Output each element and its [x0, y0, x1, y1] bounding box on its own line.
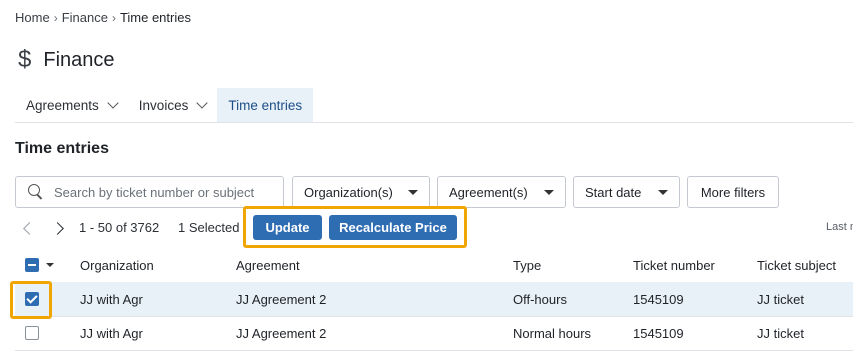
caret-down-icon — [658, 189, 668, 195]
chevron-down-icon — [196, 97, 208, 109]
chevron-down-icon — [107, 97, 119, 109]
cell-ticket-number: 1545109 — [633, 326, 684, 341]
recalculate-price-button[interactable]: Recalculate Price — [329, 215, 457, 240]
column-header-agreement[interactable]: Agreement — [236, 258, 300, 273]
dropdown-label: Agreement(s) — [449, 184, 528, 200]
search-input[interactable] — [52, 183, 276, 201]
breadcrumb-separator-icon: › — [53, 10, 58, 25]
cell-type: Off-hours — [513, 292, 567, 307]
cell-ticket-number: 1545109 — [633, 292, 684, 307]
dollar-icon: $ — [18, 46, 32, 73]
row-checkbox[interactable] — [25, 326, 39, 340]
tab-label: Invoices — [138, 97, 189, 113]
tab-label: Time entries — [228, 97, 303, 113]
caret-down-icon — [408, 189, 418, 195]
select-menu-caret-icon[interactable] — [46, 263, 54, 267]
cell-organization: JJ with Agr — [80, 326, 143, 341]
tabs-divider — [15, 122, 853, 123]
cell-ticket-subject: JJ ticket — [757, 292, 804, 307]
tab-label: Agreements — [26, 97, 99, 113]
column-header-ticket-number[interactable]: Ticket number — [633, 258, 715, 273]
cell-ticket-subject: JJ ticket — [757, 326, 804, 341]
dropdown-label: Start date — [585, 184, 642, 200]
chevron-right-icon — [50, 221, 64, 235]
breadcrumb-current: Time entries — [119, 10, 191, 25]
tab-time-entries[interactable]: Time entries — [217, 88, 314, 122]
caret-down-icon — [544, 189, 554, 195]
breadcrumb-separator-icon: › — [111, 10, 116, 25]
table-row[interactable]: JJ with Agr JJ Agreement 2 Off-hours 154… — [15, 282, 853, 317]
column-header-type[interactable]: Type — [513, 258, 541, 273]
pagination-range: 1 - 50 of 3762 — [79, 220, 160, 235]
search-field[interactable] — [15, 176, 284, 208]
last-modified-label: Last m — [826, 221, 853, 233]
select-all-checkbox[interactable] — [25, 258, 39, 272]
dropdown-label: Organization(s) — [304, 184, 393, 200]
breadcrumb-home[interactable]: Home — [15, 10, 50, 25]
cell-agreement: JJ Agreement 2 — [236, 292, 327, 307]
start-date-filter-dropdown[interactable]: Start date — [573, 176, 680, 208]
cell-organization: JJ with Agr — [80, 292, 143, 307]
selected-count: 1 Selected — [178, 220, 240, 235]
cell-type: Normal hours — [513, 326, 592, 341]
agreement-filter-dropdown[interactable]: Agreement(s) — [437, 176, 566, 208]
breadcrumb-finance[interactable]: Finance — [62, 10, 108, 25]
search-icon — [28, 184, 44, 200]
tab-bar: Agreements Invoices Time entries — [15, 88, 314, 122]
chevron-left-icon — [22, 221, 36, 235]
update-button[interactable]: Update — [253, 215, 322, 240]
breadcrumb: Home › Finance › Time entries — [15, 10, 191, 25]
organization-filter-dropdown[interactable]: Organization(s) — [292, 176, 430, 208]
tab-invoices[interactable]: Invoices — [128, 88, 218, 122]
more-filters-button[interactable]: More filters — [687, 176, 779, 208]
next-page-button[interactable] — [50, 220, 66, 236]
column-header-organization[interactable]: Organization — [80, 258, 154, 273]
table-header: Organization Agreement Type Ticket numbe… — [15, 248, 853, 283]
checkbox-highlight — [10, 281, 52, 319]
page-title: $ Finance — [18, 46, 115, 74]
section-title: Time entries — [15, 140, 109, 157]
cell-agreement: JJ Agreement 2 — [236, 326, 327, 341]
table-row[interactable]: JJ with Agr JJ Agreement 2 Normal hours … — [15, 316, 853, 351]
page-title-text: Finance — [43, 48, 115, 71]
tab-agreements[interactable]: Agreements — [15, 88, 128, 122]
column-header-ticket-subject[interactable]: Ticket subject — [757, 258, 836, 273]
previous-page-button[interactable] — [20, 220, 36, 236]
